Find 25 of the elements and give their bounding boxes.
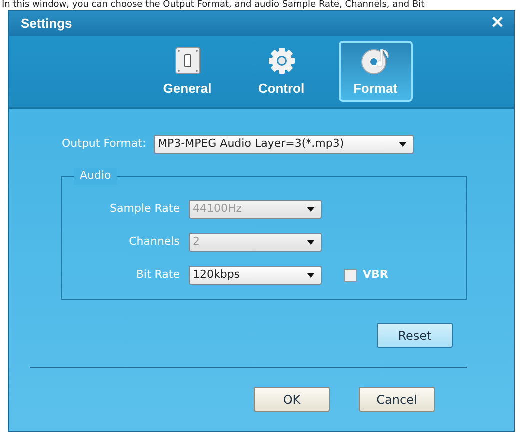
dropdown-arrow-icon (307, 207, 315, 212)
field-label: Channels (128, 234, 181, 250)
tab[interactable]: Format (338, 41, 412, 102)
dropdown[interactable]: 120kbps (189, 266, 322, 285)
dropdown-arrow-icon (307, 273, 315, 278)
caption-text: In this window, you can choose the Output Format, and audio Sample Rate, Channels, and Bit (1, 0, 426, 10)
window-title: Settings (21, 14, 72, 33)
gear-icon (268, 47, 296, 75)
group-title: Audio (74, 168, 118, 184)
field-label: Bit Rate (135, 267, 181, 284)
field-label: Output Format: (62, 136, 148, 152)
dropdown-arrow-icon (307, 240, 315, 245)
output-format-dropdown[interactable]: MP3-MPEG Audio Layer=3(*.mp3) (154, 135, 414, 154)
close-button[interactable]: ✕ (491, 16, 504, 32)
checkbox[interactable] (344, 269, 357, 282)
disc-music-icon (360, 47, 390, 75)
ok-button[interactable]: OK (254, 387, 330, 412)
cancel-button[interactable]: Cancel (359, 387, 435, 412)
checkbox-label: VBR (363, 267, 388, 284)
tab[interactable]: Control (244, 41, 318, 102)
switch-icon (174, 47, 200, 75)
reset-button[interactable]: Reset (377, 323, 453, 348)
dropdown-arrow-icon (399, 142, 407, 147)
tab[interactable]: General (150, 41, 224, 102)
field-label: Sample Rate (109, 201, 181, 218)
